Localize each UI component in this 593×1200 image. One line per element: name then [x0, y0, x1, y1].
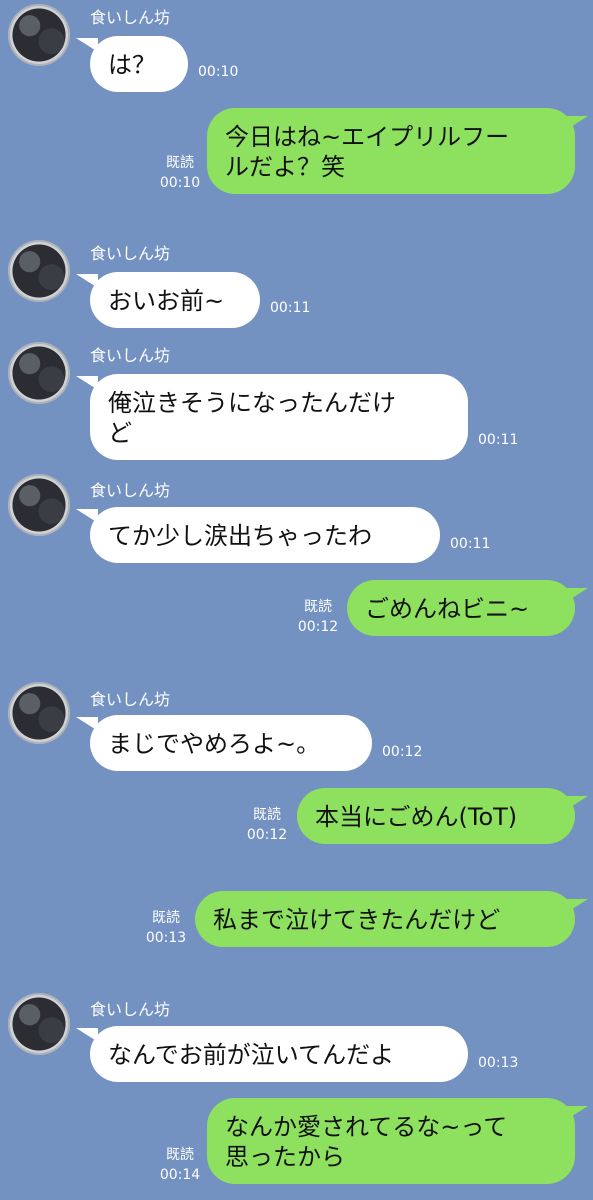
- message-bubble[interactable]: ごめんねビニ~: [347, 580, 575, 636]
- message-bubble[interactable]: 今日はね~エイプリルフー ルだよ？笑: [207, 108, 575, 194]
- message-time: 00:12: [382, 744, 423, 760]
- message-meta: 既読 00:10: [158, 153, 202, 193]
- read-receipt: 既読: [166, 1147, 194, 1163]
- sender-name: 食いしん坊: [90, 8, 171, 27]
- read-receipt: 既読: [166, 155, 194, 171]
- avatar[interactable]: [8, 993, 70, 1055]
- message-bubble[interactable]: は？: [90, 36, 188, 92]
- message-bubble[interactable]: 俺泣きそうになったんだけ ど: [90, 374, 468, 460]
- sender-name: 食いしん坊: [90, 690, 171, 709]
- bubble-tail: [566, 1106, 588, 1120]
- avatar[interactable]: [8, 342, 70, 404]
- avatar[interactable]: [8, 682, 70, 744]
- message-bubble[interactable]: おいお前~: [90, 272, 260, 328]
- message-time: 00:11: [478, 432, 519, 448]
- bubble-tail: [566, 116, 588, 130]
- bubble-tail: [566, 796, 588, 810]
- message-time: 00:13: [145, 930, 187, 946]
- message-time: 00:10: [198, 64, 239, 80]
- sender-name: 食いしん坊: [90, 481, 171, 500]
- avatar[interactable]: [8, 474, 70, 536]
- message-time: 00:10: [159, 175, 201, 191]
- sender-name: 食いしん坊: [90, 244, 171, 263]
- message-bubble[interactable]: 私まで泣けてきたんだけど: [195, 891, 575, 947]
- message-time: 00:14: [159, 1167, 201, 1183]
- message-meta: 既読 00:13: [144, 908, 188, 948]
- message-meta: 既読 00:14: [158, 1145, 202, 1185]
- avatar[interactable]: [8, 4, 70, 66]
- message-bubble[interactable]: 本当にごめん(ToT): [297, 788, 575, 844]
- message-bubble[interactable]: なんか愛されてるな~って 思ったから: [207, 1098, 575, 1184]
- message-time: 00:13: [478, 1055, 519, 1071]
- message-bubble[interactable]: まじでやめろよ~。: [90, 715, 372, 771]
- message-bubble[interactable]: なんでお前が泣いてんだよ: [90, 1026, 468, 1082]
- read-receipt: 既読: [253, 807, 281, 823]
- sender-name: 食いしん坊: [90, 1000, 171, 1019]
- message-meta: 既読 00:12: [245, 805, 289, 845]
- read-receipt: 既読: [152, 910, 180, 926]
- avatar[interactable]: [8, 240, 70, 302]
- message-time: 00:11: [270, 300, 311, 316]
- message-time: 00:11: [450, 536, 491, 552]
- message-time: 00:12: [297, 619, 339, 635]
- bubble-tail: [566, 899, 588, 913]
- message-time: 00:12: [246, 827, 288, 843]
- message-meta: 既読 00:12: [296, 597, 340, 637]
- bubble-tail: [566, 588, 588, 602]
- read-receipt: 既読: [304, 599, 332, 615]
- message-bubble[interactable]: てか少し涙出ちゃったわ: [90, 507, 440, 563]
- sender-name: 食いしん坊: [90, 346, 171, 365]
